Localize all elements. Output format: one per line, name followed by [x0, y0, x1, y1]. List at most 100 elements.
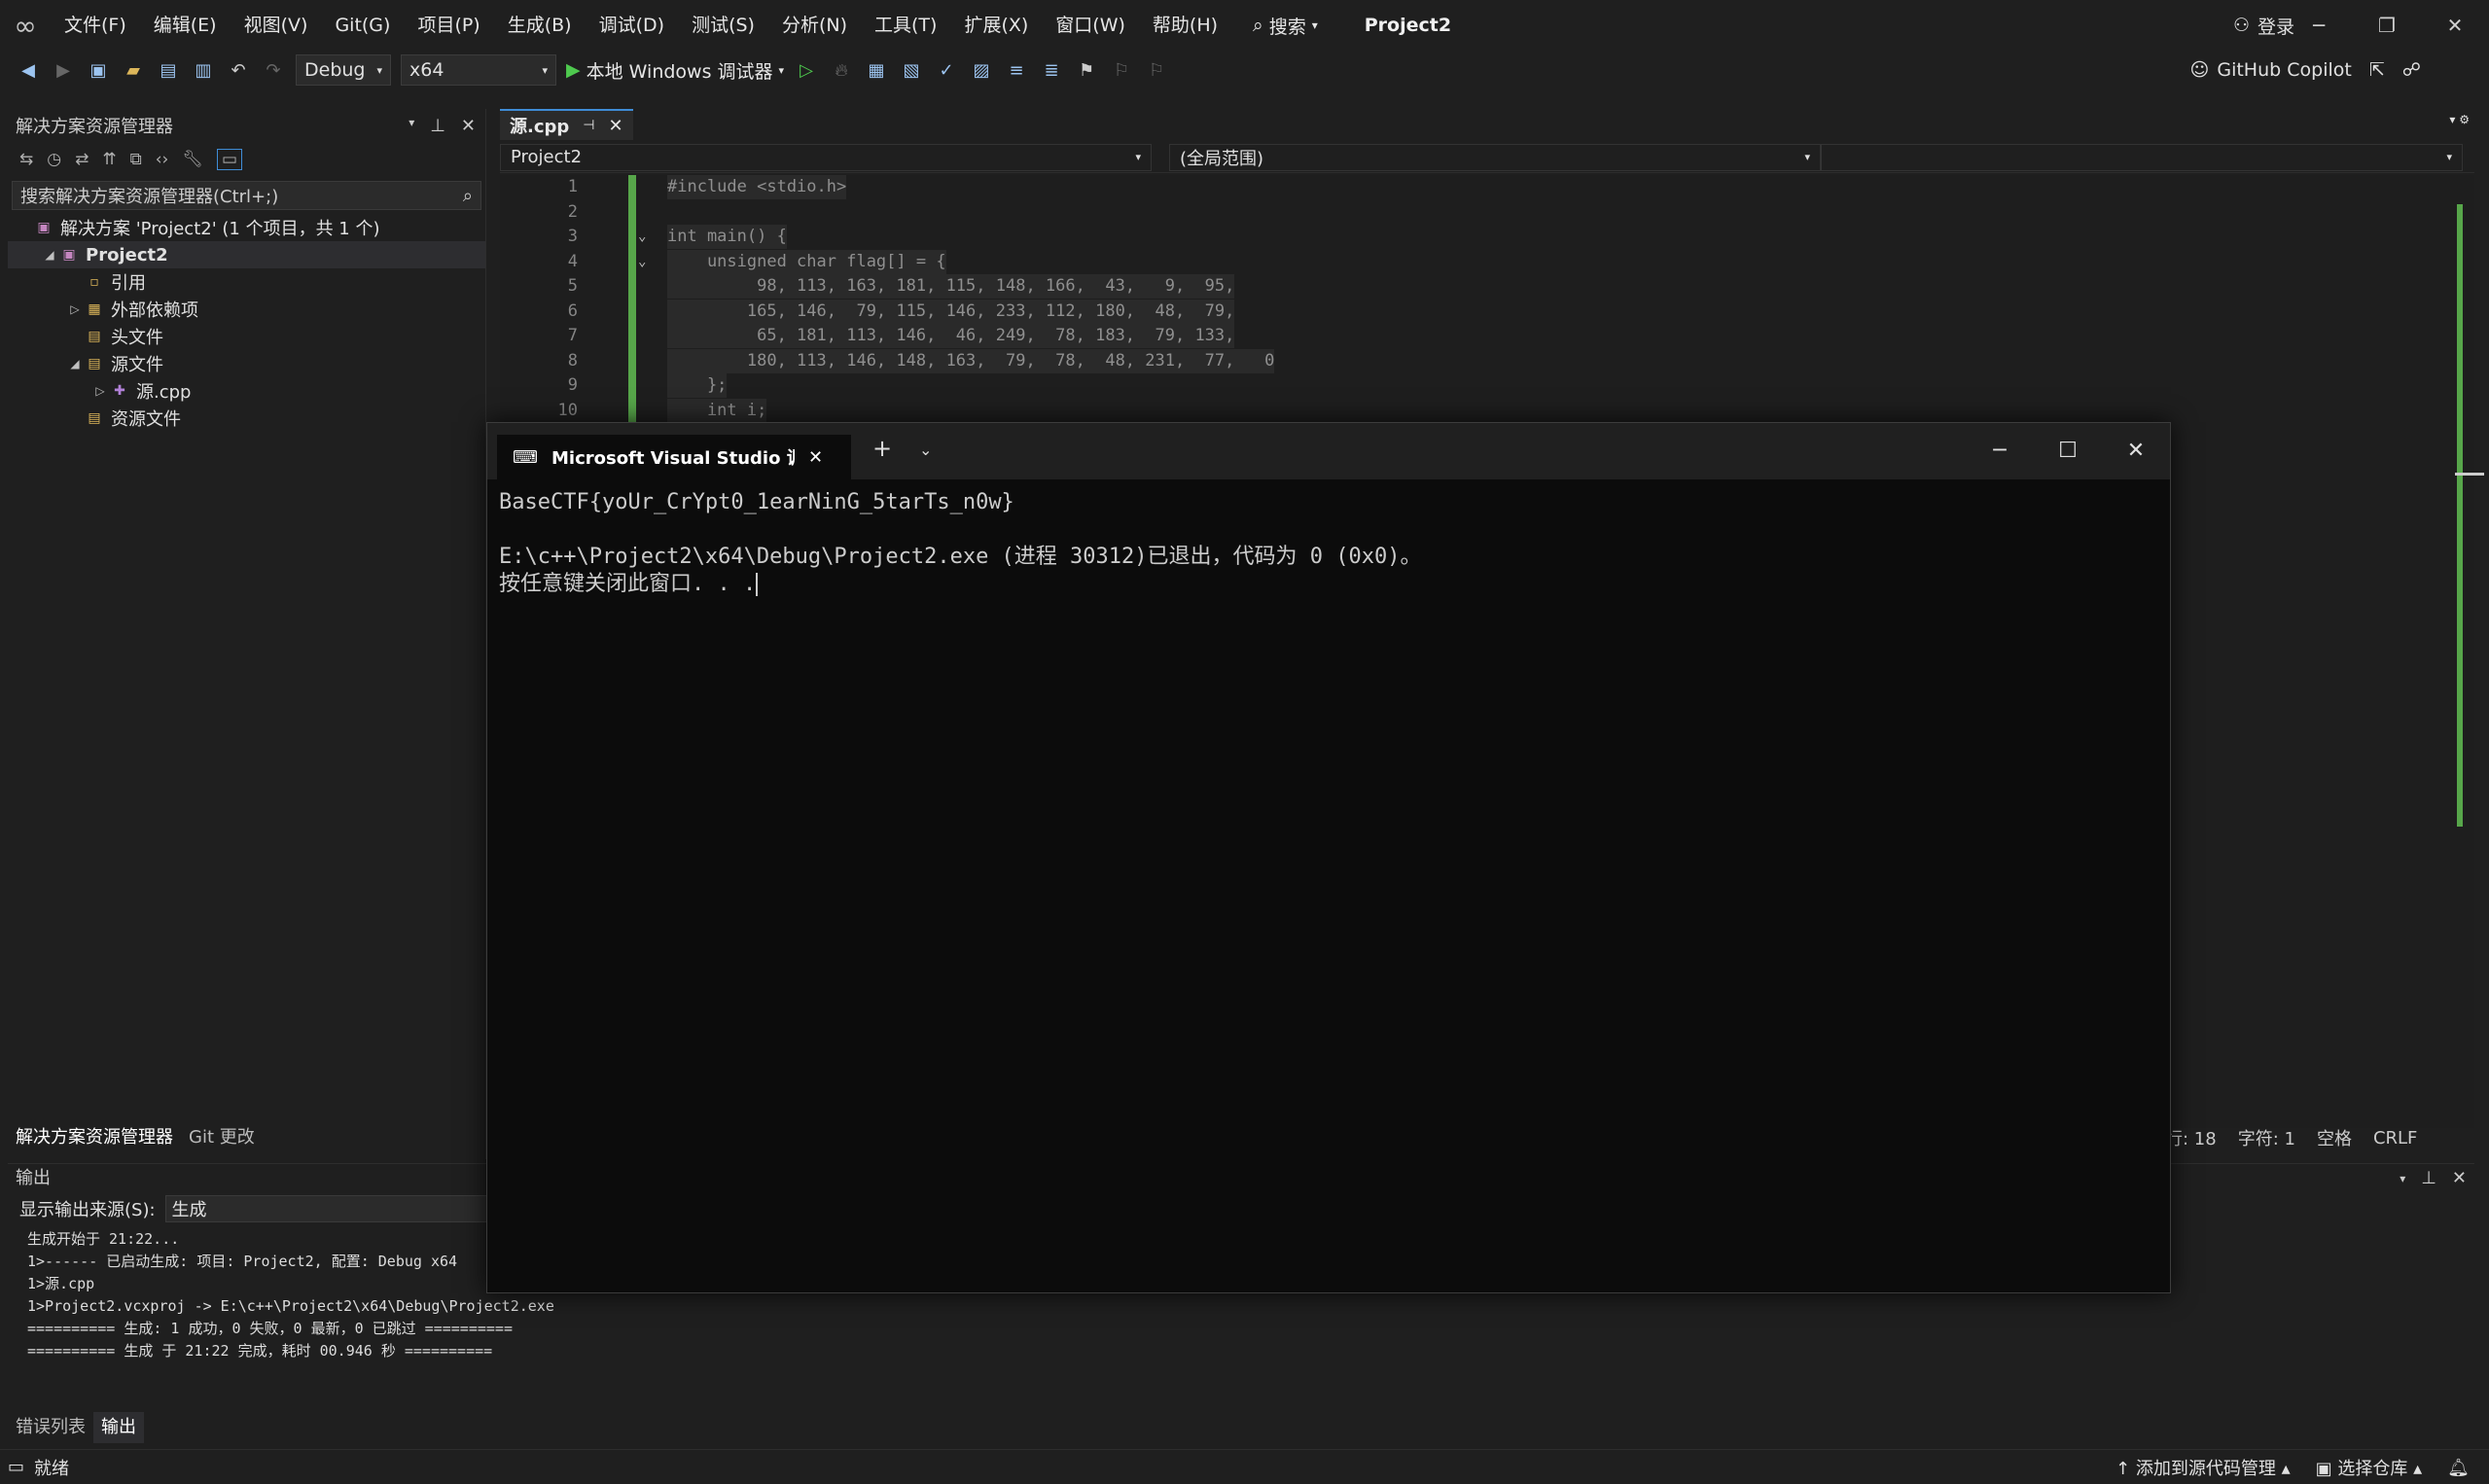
console-minimize-button[interactable]: ─ — [1966, 423, 2034, 479]
add-to-source-control-button[interactable]: ↑ 添加到源代码管理 ▴ — [2116, 1455, 2291, 1480]
expanded-icon[interactable]: ◢ — [66, 357, 84, 371]
menu-item[interactable]: 工具(T) — [861, 0, 950, 51]
properties-icon[interactable]: 🔧︎ — [182, 150, 203, 169]
menu-item[interactable]: 测试(S) — [678, 0, 768, 51]
start-without-debugging-icon[interactable]: ▷ — [794, 57, 819, 83]
code-line[interactable]: 4 unsigned char flag[] = {⌄ — [500, 249, 2455, 274]
code-line[interactable]: 7 65, 181, 113, 146, 46, 249, 78, 183, 7… — [500, 324, 2455, 348]
tree-item[interactable]: ▷ ✚ 源.cpp — [8, 377, 485, 405]
code-line[interactable]: 2 — [500, 200, 2455, 225]
close-icon[interactable]: ✕ — [461, 116, 476, 136]
sync-icon[interactable]: ⇄ — [75, 150, 89, 169]
start-debugging-button[interactable]: ▶ 本地 Windows 调试器 ▾ — [566, 57, 784, 84]
tab-source-cpp[interactable]: 源.cpp ⊣ ✕ — [500, 109, 633, 140]
comment-icon[interactable]: ▨ — [969, 57, 994, 83]
chevron-down-icon[interactable]: ▾ — [409, 116, 414, 136]
restore-button[interactable]: ❐ — [2353, 0, 2421, 51]
editor-scrollbar[interactable] — [2455, 175, 2484, 1128]
bottom-tab[interactable]: 解决方案资源管理器 — [8, 1122, 181, 1153]
menu-item[interactable]: 帮助(H) — [1139, 0, 1231, 51]
eol-indicator[interactable]: CRLF — [2373, 1128, 2417, 1148]
prev-bookmark-icon[interactable]: ⚐ — [1109, 57, 1134, 83]
menu-item[interactable]: 生成(B) — [494, 0, 586, 51]
code-line[interactable]: 9 }; — [500, 373, 2455, 398]
minimize-button[interactable]: ─ — [2285, 0, 2353, 51]
tree-item[interactable]: ▷ ▦ 外部依赖项 — [8, 296, 485, 323]
tree-item[interactable]: ▤ 资源文件 — [8, 405, 485, 432]
layout-icon[interactable]: ▧ — [899, 57, 924, 83]
close-tab-icon[interactable]: ✕ — [808, 447, 823, 468]
tree-item[interactable]: ▫ 引用 — [8, 268, 485, 296]
fold-icon[interactable]: ⌄ — [638, 250, 646, 274]
select-repo-button[interactable]: ▣ 选择仓库 ▴ — [2316, 1455, 2423, 1480]
hot-reload-icon[interactable]: 🔥︎ — [829, 57, 854, 83]
console-close-button[interactable]: ✕ — [2102, 423, 2170, 479]
new-project-icon[interactable]: ▣ — [86, 57, 111, 83]
tree-item[interactable]: ◢ ▤ 源文件 — [8, 350, 485, 377]
feedback-icon[interactable]: ☍ — [2402, 59, 2421, 81]
code-line[interactable]: 10 int i; — [500, 398, 2455, 423]
member-dropdown[interactable]: ▾ — [1821, 143, 2463, 171]
open-file-icon[interactable]: ▰ — [121, 57, 146, 83]
pin-icon[interactable]: ⊥ — [2421, 1164, 2436, 1193]
solution-search-input[interactable]: 搜索解决方案资源管理器(Ctrl+;) ⌕ — [12, 181, 481, 210]
code-line[interactable]: 3 int main() {⌄ — [500, 225, 2455, 249]
menu-item[interactable]: 编辑(E) — [140, 0, 231, 51]
github-copilot-button[interactable]: ☺ GitHub Copilot ⇱ ☍ — [2190, 51, 2421, 89]
code-line[interactable]: 5 98, 113, 163, 181, 115, 148, 166, 43, … — [500, 274, 2455, 299]
debug-console-window[interactable]: ⌨ Microsoft Visual Studio 调试控制台 ✕ + ⌄ ─ … — [486, 422, 2171, 1293]
console-output[interactable]: BaseCTF{yoUr_CrYpt0_1earNinG_5tarTs_n0w}… — [499, 489, 1421, 598]
outdent-icon[interactable]: ≣ — [1039, 57, 1064, 83]
expanded-icon[interactable]: ◢ — [41, 248, 58, 262]
switch-views-icon[interactable]: ⇆ — [19, 150, 33, 169]
collapsed-icon[interactable]: ▷ — [91, 384, 109, 398]
fold-icon[interactable]: ⌄ — [638, 225, 646, 249]
tree-item[interactable]: ◢ ▣ Project2 — [8, 241, 485, 268]
back-icon[interactable]: ◀ — [16, 57, 41, 83]
menu-item[interactable]: 分析(N) — [768, 0, 861, 51]
preview-icon[interactable]: ▭ — [216, 149, 242, 170]
menu-item[interactable]: 调试(D) — [586, 0, 678, 51]
tab-overflow-icon[interactable]: ▾ ⚙ — [2449, 113, 2470, 126]
bookmark-icon[interactable]: ⚑ — [1074, 57, 1099, 83]
menu-item[interactable]: 扩展(X) — [950, 0, 1042, 51]
code-line[interactable]: 6 165, 146, 79, 115, 146, 233, 112, 180,… — [500, 299, 2455, 324]
save-all-icon[interactable]: ▥ — [191, 57, 216, 83]
tree-item[interactable]: ▤ 头文件 — [8, 323, 485, 350]
close-button[interactable]: ✕ — [2421, 0, 2489, 51]
menu-item[interactable]: 文件(F) — [51, 0, 140, 51]
undo-icon[interactable]: ↶ — [226, 57, 251, 83]
search-button[interactable]: ⌕ 搜索 ▾ — [1239, 0, 1332, 51]
line-indicator[interactable]: 行: 18 — [2165, 1125, 2217, 1150]
browse-icon[interactable]: ▦ — [864, 57, 889, 83]
chevron-down-icon[interactable]: ⌄ — [919, 441, 932, 459]
new-tab-icon[interactable]: + — [872, 435, 892, 462]
history-icon[interactable]: ◷ — [47, 150, 61, 169]
code-line[interactable]: 1 #include <stdio.h> — [500, 175, 2455, 199]
pin-icon[interactable]: ⊣ — [583, 118, 594, 133]
code-line[interactable]: 8 180, 113, 146, 148, 163, 79, 78, 48, 2… — [500, 348, 2455, 373]
menu-item[interactable]: 窗口(W) — [1042, 0, 1139, 51]
collapse-all-icon[interactable]: ⇈ — [102, 150, 116, 169]
pin-icon[interactable]: ⊥ — [430, 116, 445, 136]
redo-icon[interactable]: ↷ — [261, 57, 286, 83]
output-source-dropdown[interactable]: 生成 — [164, 1195, 496, 1222]
close-icon[interactable]: ✕ — [2452, 1164, 2467, 1193]
close-tab-icon[interactable]: ✕ — [608, 116, 622, 136]
menu-item[interactable]: 项目(P) — [404, 0, 493, 51]
forward-icon[interactable]: ▶ — [51, 57, 76, 83]
console-tab[interactable]: ⌨ Microsoft Visual Studio 调试控制台 ✕ — [497, 435, 851, 479]
bottom-tab[interactable]: Git 更改 — [181, 1122, 263, 1153]
spell-check-icon[interactable]: ✓ — [934, 57, 959, 83]
show-all-files-icon[interactable]: ⧉ — [130, 150, 142, 169]
char-indicator[interactable]: 字符: 1 — [2238, 1125, 2295, 1150]
save-icon[interactable]: ▤ — [156, 57, 181, 83]
menu-item[interactable]: Git(G) — [321, 0, 404, 51]
chevron-down-icon[interactable]: ▾ — [2400, 1164, 2405, 1193]
code-icon[interactable]: ‹› — [156, 150, 169, 169]
next-bookmark-icon[interactable]: ⚐ — [1144, 57, 1169, 83]
collapsed-icon[interactable]: ▷ — [66, 302, 84, 316]
config-dropdown[interactable]: Debug ▾ — [296, 54, 391, 86]
scope-dropdown[interactable]: (全局范围) ▾ — [1169, 143, 1821, 171]
space-indicator[interactable]: 空格 — [2317, 1125, 2352, 1150]
